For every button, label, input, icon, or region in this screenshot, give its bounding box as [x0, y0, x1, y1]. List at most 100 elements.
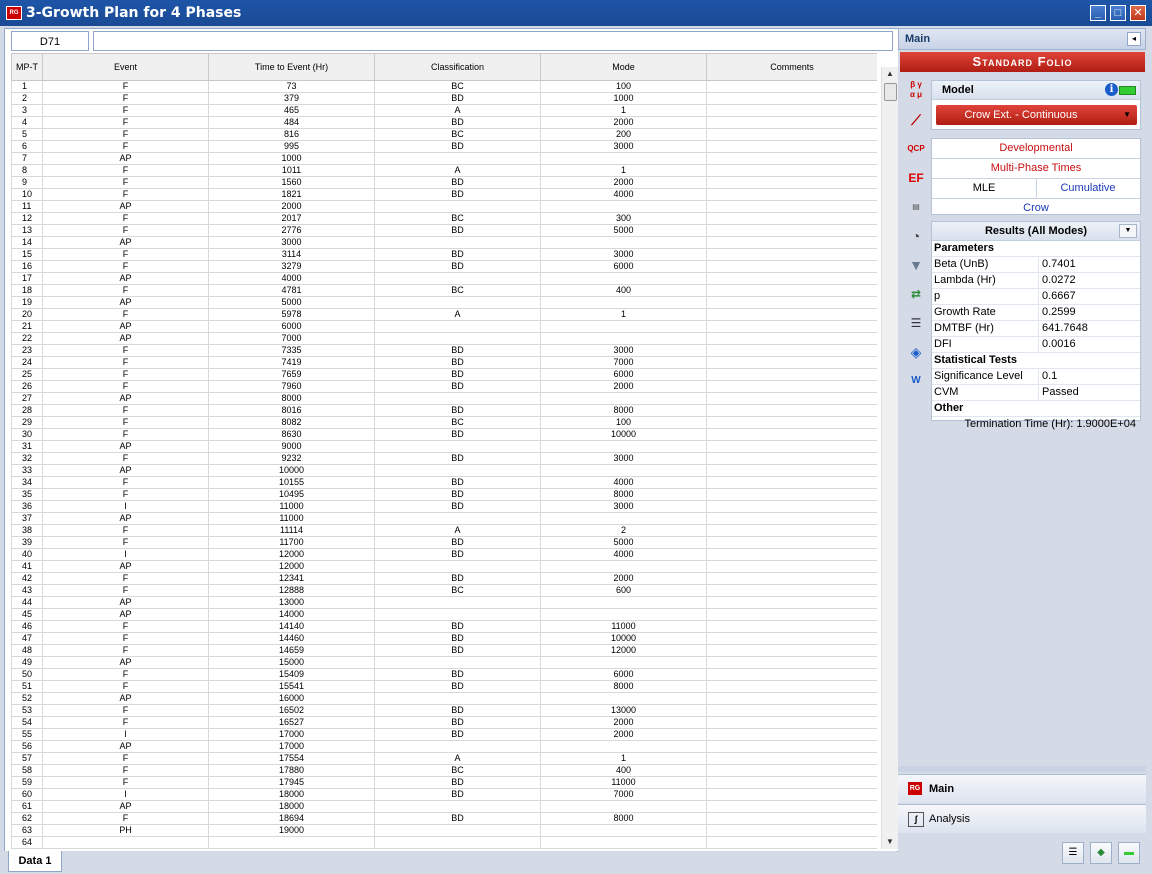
grid-cell[interactable]	[706, 272, 877, 285]
grid-cell[interactable]	[706, 632, 877, 645]
cell-reference[interactable]: D71	[11, 31, 89, 51]
grid-cell[interactable]: 5978	[208, 308, 375, 321]
grid-cell[interactable]: BD	[374, 116, 541, 129]
grid-cell[interactable]: I	[42, 728, 209, 741]
grid-cell[interactable]: 3000	[540, 344, 707, 357]
grid-cell[interactable]	[374, 332, 541, 345]
grid-cell[interactable]: BD	[374, 632, 541, 645]
grid-cell[interactable]	[706, 464, 877, 477]
grid-cell[interactable]: F	[42, 260, 209, 273]
column-header[interactable]: Comments	[706, 53, 877, 81]
table-row[interactable]: 11 AP 2000	[11, 200, 877, 213]
grid-cell[interactable]: 1821	[208, 188, 375, 201]
grid-cell[interactable]	[706, 80, 877, 93]
table-row[interactable]: 63 PH 19000	[11, 824, 877, 837]
grid-cell[interactable]: BD	[374, 776, 541, 789]
row-header[interactable]: 7	[11, 152, 43, 165]
grid-cell[interactable]: F	[42, 344, 209, 357]
grid-cell[interactable]: BD	[374, 680, 541, 693]
grid-cell[interactable]	[706, 788, 877, 801]
grid-cell[interactable]	[374, 848, 541, 849]
table-row[interactable]: 10 F 1821 BD 4000	[11, 188, 877, 201]
grid-cell[interactable]: BC	[374, 212, 541, 225]
row-header[interactable]: 39	[11, 536, 43, 549]
grid-cell[interactable]: F	[42, 536, 209, 549]
grid-cell[interactable]	[706, 620, 877, 633]
table-row[interactable]: 2 F 379 BD 1000	[11, 92, 877, 105]
grid-cell[interactable]: 1	[540, 308, 707, 321]
grid-cell[interactable]: BC	[374, 764, 541, 777]
row-header[interactable]: 49	[11, 656, 43, 669]
row-header[interactable]: 50	[11, 668, 43, 681]
grid-cell[interactable]	[42, 848, 209, 849]
grid-cell[interactable]	[540, 440, 707, 453]
grid-cell[interactable]: BD	[374, 452, 541, 465]
grid-cell[interactable]: 3000	[540, 248, 707, 261]
grid-cell[interactable]: BD	[374, 716, 541, 729]
grid-cell[interactable]	[706, 824, 877, 837]
collapse-panel-icon[interactable]: ◂	[1127, 32, 1141, 46]
row-header[interactable]: 52	[11, 692, 43, 705]
table-row[interactable]: 14 AP 3000	[11, 236, 877, 249]
table-row[interactable]: 4 F 484 BD 2000	[11, 116, 877, 129]
grid-cell[interactable]: 2000	[540, 176, 707, 189]
grid-cell[interactable]: 484	[208, 116, 375, 129]
minimize-button[interactable]: _	[1090, 5, 1106, 21]
table-row[interactable]: 9 F 1560 BD 2000	[11, 176, 877, 189]
grid-cell[interactable]	[540, 692, 707, 705]
grid-cell[interactable]	[706, 236, 877, 249]
grid-cell[interactable]	[706, 848, 877, 849]
row-header[interactable]: 2	[11, 92, 43, 105]
gauge-icon[interactable]: ◔	[905, 225, 927, 247]
grid-cell[interactable]	[706, 392, 877, 405]
grid-cell[interactable]: 13000	[208, 596, 375, 609]
grid-cell[interactable]: 14000	[208, 608, 375, 621]
grid-cell[interactable]: 6000	[540, 368, 707, 381]
row-header[interactable]: 55	[11, 728, 43, 741]
grid-cell[interactable]: BD	[374, 404, 541, 417]
table-row[interactable]: 38 F 11114 A 2	[11, 524, 877, 537]
grid-cell[interactable]: F	[42, 668, 209, 681]
table-row[interactable]: 21 AP 6000	[11, 320, 877, 333]
grid-cell[interactable]: F	[42, 764, 209, 777]
grid-cell[interactable]	[706, 680, 877, 693]
grid-cell[interactable]: F	[42, 680, 209, 693]
grid-cell[interactable]: F	[42, 308, 209, 321]
grid-cell[interactable]: BD	[374, 788, 541, 801]
grid-cell[interactable]: BD	[374, 92, 541, 105]
grid-cell[interactable]: F	[42, 140, 209, 153]
grid-cell[interactable]	[706, 344, 877, 357]
table-row[interactable]: 30 F 8630 BD 10000	[11, 428, 877, 441]
grid-cell[interactable]: 8082	[208, 416, 375, 429]
column-header[interactable]: Event	[42, 53, 209, 81]
info-icon[interactable]: i	[1105, 83, 1118, 96]
table-row[interactable]: 36 I 11000 BD 3000	[11, 500, 877, 513]
table-row[interactable]: 57 F 17554 A 1	[11, 752, 877, 765]
table-row[interactable]: 39 F 11700 BD 5000	[11, 536, 877, 549]
grid-cell[interactable]	[540, 464, 707, 477]
table-row[interactable]: 41 AP 12000	[11, 560, 877, 573]
grid-cell[interactable]: F	[42, 620, 209, 633]
grid-cell[interactable]: 18000	[208, 800, 375, 813]
grid-cell[interactable]: 10000	[540, 632, 707, 645]
grid-cell[interactable]: BD	[374, 488, 541, 501]
grid-cell[interactable]: F	[42, 752, 209, 765]
grid-cell[interactable]	[540, 560, 707, 573]
grid-cell[interactable]	[374, 512, 541, 525]
grid-cell[interactable]: F	[42, 104, 209, 117]
grid-cell[interactable]	[706, 644, 877, 657]
row-header[interactable]: 11	[11, 200, 43, 213]
grid-cell[interactable]: 17945	[208, 776, 375, 789]
grid-cell[interactable]	[540, 200, 707, 213]
row-header[interactable]: 37	[11, 512, 43, 525]
close-button[interactable]: ✕	[1130, 5, 1146, 21]
grid-cell[interactable]: 4000	[540, 188, 707, 201]
grid-cell[interactable]	[706, 212, 877, 225]
grid-cell[interactable]	[706, 176, 877, 189]
grid-cell[interactable]	[540, 800, 707, 813]
grid-cell[interactable]	[706, 224, 877, 237]
grid-cell[interactable]	[374, 320, 541, 333]
grid-cell[interactable]	[374, 152, 541, 165]
grid-cell[interactable]	[706, 428, 877, 441]
grid-cell[interactable]	[374, 464, 541, 477]
